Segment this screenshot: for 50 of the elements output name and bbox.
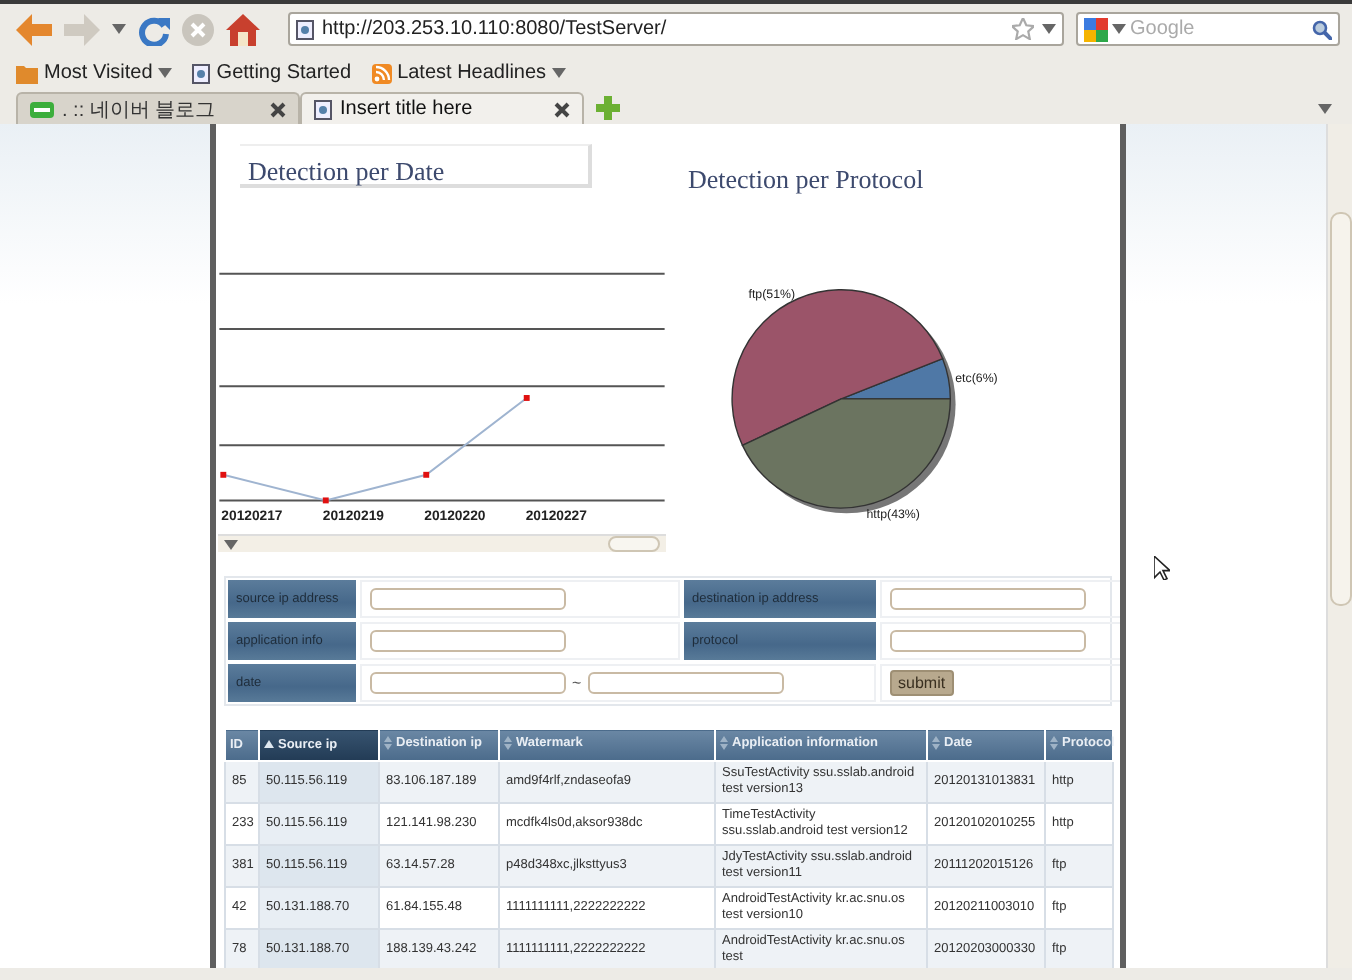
search-engine-icon[interactable] [1084, 17, 1108, 41]
pointer-icon [1154, 556, 1170, 580]
bookmark-item[interactable]: Latest Headlines [371, 62, 567, 84]
page-icon [296, 19, 314, 39]
back-button[interactable] [16, 13, 52, 45]
folder-icon [16, 63, 38, 83]
input-field[interactable] [370, 588, 566, 610]
scroll-thumb[interactable] [608, 536, 660, 552]
range-separator: ~ [572, 674, 582, 692]
sort-icon [932, 736, 940, 750]
caret-icon [1042, 24, 1056, 34]
search-icon[interactable] [1312, 19, 1332, 39]
browser-tab[interactable]: Insert title here [300, 92, 584, 124]
bookmark-item[interactable]: Getting Started [192, 62, 352, 84]
blog-icon [30, 101, 54, 117]
close-icon[interactable] [554, 101, 570, 117]
reload-button[interactable] [138, 13, 170, 45]
feed-icon [371, 63, 392, 83]
caret-icon [1112, 24, 1126, 34]
page-icon [192, 63, 211, 83]
sort-icon [504, 736, 512, 750]
search-bar[interactable]: Google [1076, 12, 1340, 46]
input-field[interactable] [370, 630, 566, 652]
new-tab-icon[interactable] [596, 96, 620, 120]
input-field[interactable] [587, 672, 784, 694]
bookmark-item[interactable]: Most Visited [16, 62, 173, 84]
browser-tab[interactable]: . :: 네이버 블로그 [16, 92, 300, 124]
scroll-thumb[interactable] [1329, 212, 1351, 606]
input-field[interactable] [370, 672, 566, 694]
submit-button[interactable]: submit [890, 670, 954, 696]
forward-button[interactable] [64, 13, 100, 45]
chart-title: Detection per Date [248, 156, 447, 188]
caret-icon [158, 68, 173, 78]
chart-title: Detection per Protocol [688, 164, 926, 196]
caret-icon [112, 24, 126, 34]
stop-button[interactable] [182, 13, 214, 45]
sort-icon [384, 736, 392, 750]
sort-icon [720, 736, 728, 750]
input-field[interactable] [890, 630, 1086, 652]
address-field[interactable]: http://203.253.10.110:8080/TestServer/ [288, 12, 1064, 46]
input-field[interactable] [890, 588, 1086, 610]
horizontal-scrollbar[interactable] [218, 534, 666, 552]
star-icon[interactable] [1012, 18, 1034, 40]
history-dropdown[interactable] [112, 24, 126, 34]
sort-icon [1050, 736, 1058, 750]
caret-icon [552, 68, 567, 78]
page-icon [314, 99, 332, 119]
home-button[interactable] [226, 13, 260, 45]
close-icon[interactable] [270, 101, 286, 117]
tab-list-icon [1318, 103, 1332, 113]
